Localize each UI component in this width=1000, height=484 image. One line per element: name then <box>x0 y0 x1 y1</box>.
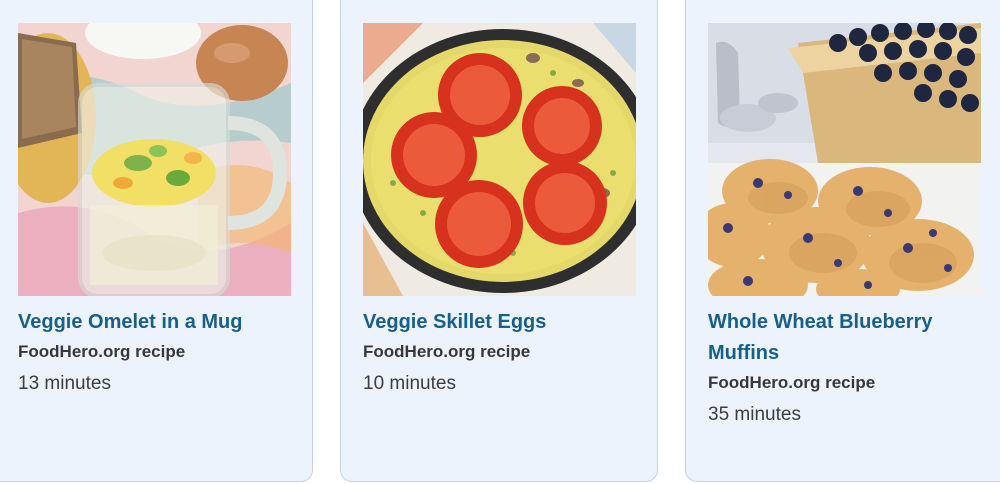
recipe-time-label: 35 minutes <box>708 404 801 425</box>
recipe-card-list: Veggie Omelet in a Mug FoodHero.org reci… <box>0 0 1000 484</box>
recipe-card-veggie-omelet[interactable]: Veggie Omelet in a Mug FoodHero.org reci… <box>0 0 313 482</box>
recipe-source-label: FoodHero.org recipe <box>708 373 876 392</box>
recipe-card-veggie-skillet-eggs[interactable]: Veggie Skillet Eggs FoodHero.org recipe … <box>340 0 658 482</box>
omelet-mug-image <box>18 23 291 296</box>
recipe-photo-veggie-skillet-eggs[interactable] <box>363 23 636 296</box>
recipe-title-link[interactable]: Veggie Skillet Eggs <box>363 307 633 338</box>
recipe-time-label: 13 minutes <box>18 373 111 394</box>
recipe-title-link[interactable]: Whole Wheat Blueberry Muffins <box>708 307 978 369</box>
recipe-source-label: FoodHero.org recipe <box>18 342 186 361</box>
recipe-time-label: 10 minutes <box>363 373 456 394</box>
recipe-title-link[interactable]: Veggie Omelet in a Mug <box>18 307 288 338</box>
recipe-photo-veggie-omelet[interactable] <box>18 23 291 296</box>
blueberry-muffins-image <box>708 23 981 296</box>
skillet-eggs-image <box>363 23 636 296</box>
recipe-photo-blueberry-muffins[interactable] <box>708 23 981 296</box>
recipe-card-blueberry-muffins[interactable]: Whole Wheat Blueberry Muffins FoodHero.o… <box>685 0 1000 482</box>
recipe-source-label: FoodHero.org recipe <box>363 342 531 361</box>
